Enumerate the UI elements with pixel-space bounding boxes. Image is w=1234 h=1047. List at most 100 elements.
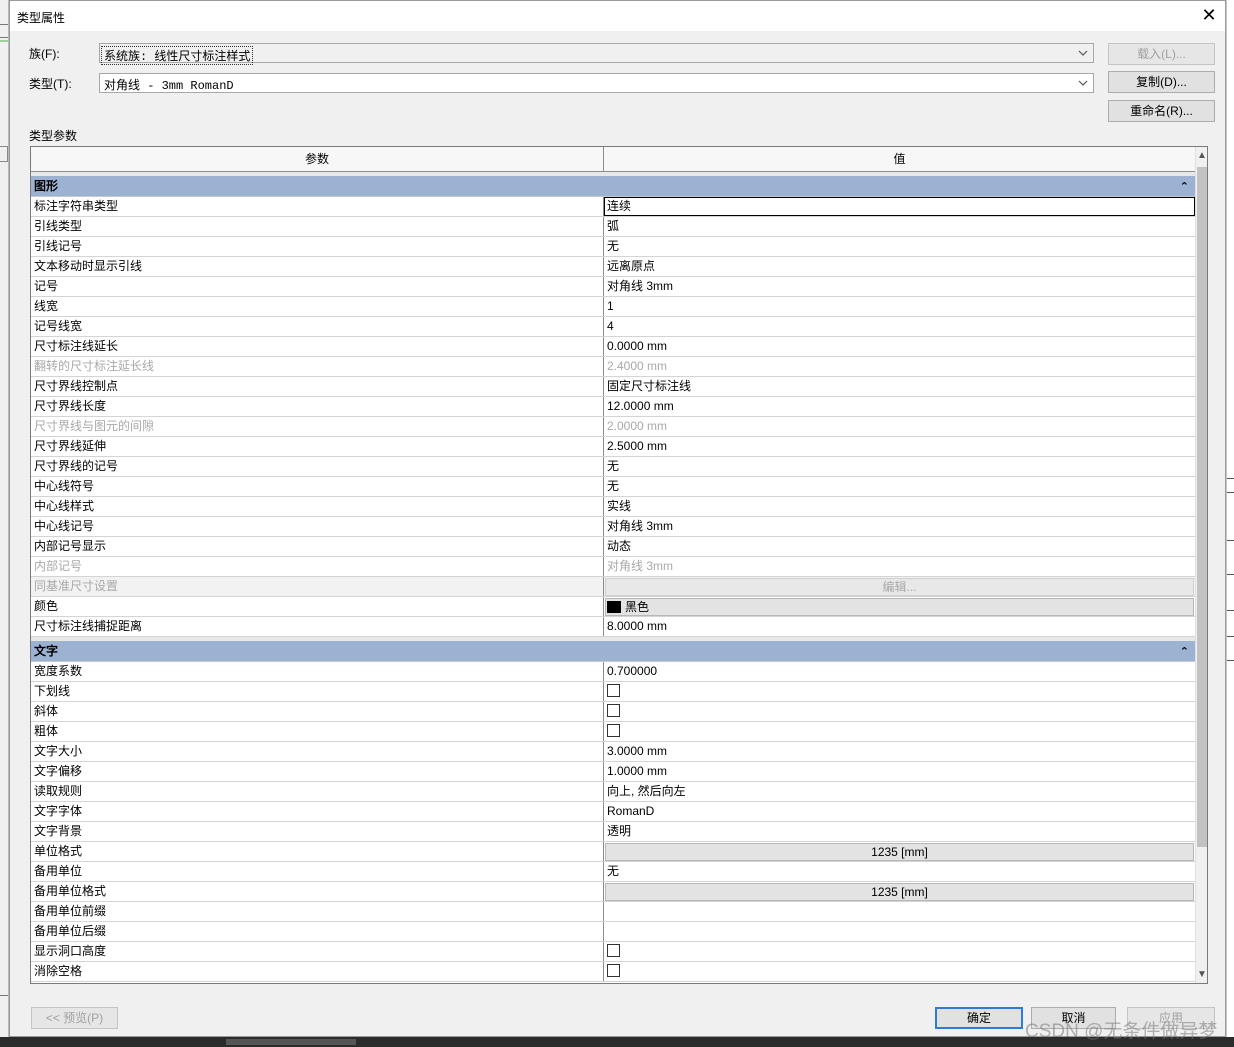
parameter-value[interactable]: 向上, 然后向左 [604,782,1195,801]
parameter-value[interactable]: 远离原点 [604,257,1195,276]
parameter-value[interactable] [604,902,1195,921]
parameter-value[interactable]: 3.0000 mm [604,742,1195,761]
table-row[interactable]: 文字背景 透明 [31,822,1195,842]
rename-button[interactable]: 重命名(R)... [1108,100,1215,122]
parameter-value[interactable]: 1 [604,297,1195,316]
parameter-value[interactable]: 12.0000 mm [604,397,1195,416]
table-row[interactable]: 标注字符串类型 连续 [31,197,1195,217]
table-row[interactable]: 尺寸界线控制点 固定尺寸标注线 [31,377,1195,397]
table-row[interactable]: 记号线宽 4 [31,317,1195,337]
table-row[interactable]: 斜体 [31,702,1195,722]
collapse-icon[interactable]: ⌃ [1180,177,1189,197]
parameter-value[interactable]: 0.700000 [604,662,1195,681]
table-row[interactable]: 引线记号无 [31,237,1195,257]
parameter-value[interactable] [604,702,1195,721]
table-row[interactable]: 文字偏移 1.0000 mm [31,762,1195,782]
parameter-value[interactable]: 对角线 3mm [604,277,1195,296]
table-row[interactable]: 中心线记号 对角线 3mm [31,517,1195,537]
table-row[interactable]: 粗体 [31,722,1195,742]
table-row[interactable]: 备用单位格式 1235 [mm] [31,882,1195,902]
value-edit-button: 编辑... [605,578,1194,596]
parameter-value[interactable]: 固定尺寸标注线 [604,377,1195,396]
table-row[interactable]: 尺寸界线长度 12.0000 mm [31,397,1195,417]
group-header-text[interactable]: 文字 ⌃ [31,637,1195,662]
table-row[interactable]: 线宽 1 [31,297,1195,317]
table-row[interactable]: 消除空格 [31,962,1195,982]
table-row[interactable]: 文字大小 3.0000 mm [31,742,1195,762]
parameter-value[interactable] [604,722,1195,741]
checkbox[interactable] [607,944,620,958]
group-header-graphics[interactable]: 图形 ⌃ [31,172,1195,197]
table-row[interactable]: 中心线符号无 [31,477,1195,497]
scroll-down-icon[interactable]: ▼ [1196,966,1207,983]
parameter-value[interactable]: 无 [604,457,1195,476]
checkbox[interactable] [607,704,620,718]
table-row[interactable]: 颜色 黑色 [31,597,1195,617]
parameter-value[interactable]: 对角线 3mm [604,517,1195,536]
parameter-value[interactable]: 1.0000 mm [604,762,1195,781]
table-row[interactable]: 单位格式 1235 [mm] [31,842,1195,862]
table-row[interactable]: 下划线 [31,682,1195,702]
family-dropdown[interactable]: 系统族: 线性尺寸标注样式 [99,43,1094,65]
value-edit-button[interactable]: 1235 [mm] [605,883,1194,901]
load-button[interactable]: 载入(L)... [1108,43,1215,65]
checkbox[interactable] [607,684,620,698]
parameter-value[interactable]: 无 [604,862,1195,881]
table-row[interactable]: 读取规则 向上, 然后向左 [31,782,1195,802]
table-row[interactable]: 文本移动时显示引线 远离原点 [31,257,1195,277]
parameter-value[interactable] [604,962,1195,981]
table-row[interactable]: 备用单位前缀 [31,902,1195,922]
table-row[interactable]: 引线类型弧 [31,217,1195,237]
duplicate-button[interactable]: 复制(D)... [1108,71,1215,93]
table-row[interactable]: 尺寸界线与图元的间隙 2.0000 mm [31,417,1195,437]
parameter-value[interactable]: 无 [604,477,1195,496]
parameter-value[interactable]: 动态 [604,537,1195,556]
parameter-value[interactable]: 连续 [604,197,1195,216]
scroll-up-icon[interactable]: ▲ [1196,147,1207,164]
table-row[interactable]: 内部记号 对角线 3mm [31,557,1195,577]
table-row[interactable]: 尺寸界线延伸 2.5000 mm [31,437,1195,457]
type-dropdown[interactable]: 对角线 - 3mm RomanD [99,73,1094,93]
table-row[interactable]: 尺寸标注线延长 0.0000 mm [31,337,1195,357]
table-row[interactable]: 宽度系数 0.700000 [31,662,1195,682]
parameter-value[interactable]: 4 [604,317,1195,336]
vertical-scrollbar[interactable]: ▲ ▼ [1195,147,1207,983]
value-edit-button[interactable]: 1235 [mm] [605,843,1194,861]
parameter-value[interactable] [604,922,1195,941]
parameter-value[interactable]: 实线 [604,497,1195,516]
table-row[interactable]: 翻转的尺寸标注延长线 2.4000 mm [31,357,1195,377]
preview-button[interactable]: << 预览(P) [31,1007,118,1029]
column-header-parameter[interactable]: 参数 [31,147,604,171]
table-row[interactable]: 显示洞口高度 [31,942,1195,962]
collapse-icon[interactable]: ⌃ [1180,642,1189,662]
checkbox[interactable] [607,724,620,738]
parameter-value[interactable]: 透明 [604,822,1195,841]
parameter-value[interactable]: 8.0000 mm [604,617,1195,636]
table-row[interactable]: 尺寸标注线捕捉距离 8.0000 mm [31,617,1195,637]
parameter-value[interactable] [604,942,1195,961]
table-row[interactable]: 尺寸界线的记号无 [31,457,1195,477]
table-row[interactable]: 记号 对角线 3mm [31,277,1195,297]
table-row[interactable]: 文字字体 RomanD [31,802,1195,822]
parameter-value[interactable] [604,682,1195,701]
ok-button[interactable]: 确定 [935,1007,1023,1029]
parameter-value[interactable]: 无 [604,237,1195,256]
parameter-value[interactable]: 0.0000 mm [604,337,1195,356]
parameter-value[interactable]: RomanD [604,802,1195,821]
table-row[interactable]: 内部记号显示 动态 [31,537,1195,557]
table-row[interactable]: 中心线样式 实线 [31,497,1195,517]
scrollbar-thumb[interactable] [1197,167,1207,847]
table-row[interactable]: 备用单位后缀 [31,922,1195,942]
parameter-value[interactable]: 黑色 [604,597,1195,616]
column-header-value[interactable]: 值 [604,147,1195,171]
parameter-value[interactable]: 弧 [604,217,1195,236]
parameter-value[interactable]: 1235 [mm] [604,842,1195,861]
table-row[interactable]: 备用单位无 [31,862,1195,882]
parameter-value[interactable]: 2.5000 mm [604,437,1195,456]
close-icon[interactable]: ✕ [1199,5,1219,25]
parameter-value[interactable]: 1235 [mm] [604,882,1195,901]
checkbox[interactable] [607,964,620,978]
parameter-value: 对角线 3mm [607,559,674,573]
table-row[interactable]: 同基准尺寸设置 编辑... [31,577,1195,597]
color-picker-button[interactable]: 黑色 [605,598,1194,616]
